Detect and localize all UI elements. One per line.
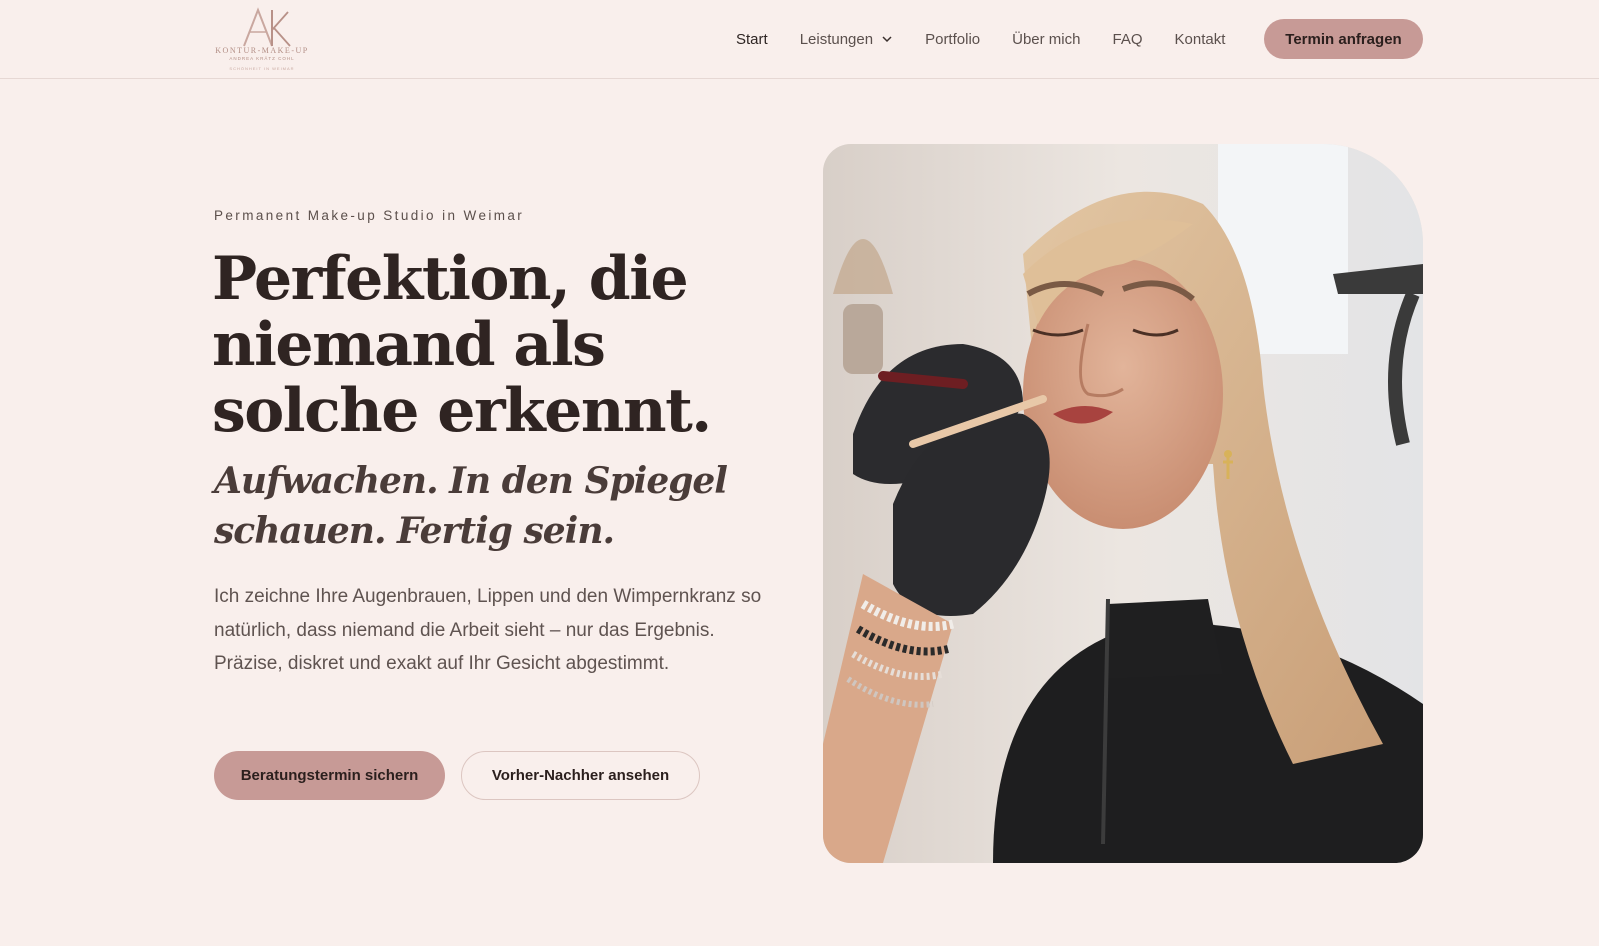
nav-label: Über mich xyxy=(1012,30,1081,48)
nav-item-start[interactable]: Start xyxy=(736,31,768,48)
logo-location: SCHÖNHEIT IN WEIMAR xyxy=(229,66,295,71)
nav-item-portfolio[interactable]: Portfolio xyxy=(925,31,980,48)
hero-subheadline: Aufwachen. In den Spiegel schauen. Ferti… xyxy=(214,460,728,552)
logo-name: KONTUR-MAKE-UP xyxy=(215,46,309,55)
nav-label: Portfolio xyxy=(925,30,981,48)
hero-photo-illustration xyxy=(823,144,1423,863)
main-nav: Start Leistungen Portfolio Über mich FAQ… xyxy=(736,28,1257,50)
chevron-down-icon xyxy=(882,36,892,43)
nav-label: FAQ xyxy=(1112,30,1143,48)
nav-item-leistungen[interactable]: Leistungen xyxy=(800,31,893,48)
logo[interactable]: KONTUR-MAKE-UP ANDREA KRÄTZ COHL SCHÖNHE… xyxy=(214,6,314,74)
nav-label: Leistungen xyxy=(799,30,874,48)
nav-label: Start xyxy=(736,30,768,48)
hero-headline: Perfektion, die niemand als solche erken… xyxy=(212,244,712,446)
logo-tagline: ANDREA KRÄTZ COHL xyxy=(229,56,295,61)
nav-item-ueber-mich[interactable]: Über mich xyxy=(1012,31,1080,48)
logo-monogram-icon xyxy=(243,7,291,47)
nav-label: Kontakt xyxy=(1174,30,1226,48)
beratungstermin-button[interactable]: Beratungstermin sichern xyxy=(214,751,445,800)
nav-item-kontakt[interactable]: Kontakt xyxy=(1175,31,1226,48)
hero-photo xyxy=(823,144,1423,863)
vorher-nachher-button[interactable]: Vorher-Nachher ansehen xyxy=(461,751,700,800)
nav-item-faq[interactable]: FAQ xyxy=(1112,31,1142,48)
hero-eyebrow: Permanent Make-up Studio in Weimar xyxy=(214,208,525,223)
site-header: KONTUR-MAKE-UP ANDREA KRÄTZ COHL SCHÖNHE… xyxy=(0,0,1599,79)
hero-body-text: Ich zeichne Ihre Augenbrauen, Lippen und… xyxy=(214,586,762,674)
termin-anfragen-button[interactable]: Termin anfragen xyxy=(1264,19,1423,59)
